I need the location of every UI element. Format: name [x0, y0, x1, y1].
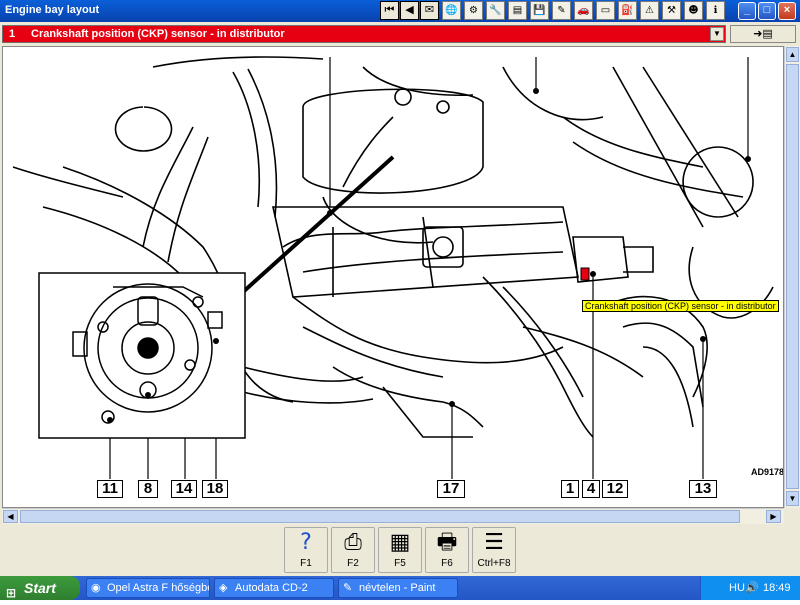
callout-8[interactable]: 8 — [138, 480, 158, 498]
car-icon[interactable]: 🚗 — [574, 1, 593, 20]
tools-icon[interactable]: ⚙ — [464, 1, 483, 20]
callout-1[interactable]: 1 — [561, 480, 579, 498]
f5-page-button[interactable]: ▦ F5 — [378, 527, 422, 573]
maximize-button[interactable]: □ — [758, 2, 776, 20]
title-bar: Engine bay layout ⏮ ◀ ✉ 🌐 ⚙ 🔧 ▤ 💾 ✎ 🚗 ▭ … — [0, 0, 800, 22]
language-indicator[interactable]: HU — [729, 582, 745, 594]
task-label: Autodata CD-2 — [235, 582, 308, 594]
print-icon: ⎙ — [344, 530, 362, 555]
callout-17[interactable]: 17 — [437, 480, 465, 498]
component-tooltip: Crankshaft position (CKP) sensor - in di… — [582, 300, 779, 312]
browser-icon: ◉ — [91, 581, 101, 594]
f2-label: F2 — [347, 558, 359, 569]
f1-help-button[interactable]: ? F1 — [284, 527, 328, 573]
table-icon: ☰ — [484, 530, 504, 555]
f5-label: F5 — [394, 558, 406, 569]
edit-icon[interactable]: ✎ — [552, 1, 571, 20]
help-icon: ? — [300, 530, 312, 555]
clock: 18:49 — [763, 582, 791, 594]
component-select-row: 1 Crankshaft position (CKP) sensor - in … — [0, 23, 800, 45]
close-button[interactable]: × — [778, 2, 796, 20]
ckp-sensor-marker[interactable] — [580, 267, 590, 281]
save-icon[interactable]: 💾 — [530, 1, 549, 20]
engine-icon[interactable]: ⚒ — [662, 1, 681, 20]
ctrl-f8-table-button[interactable]: ☰ Ctrl+F8 — [472, 527, 516, 573]
wrench-icon[interactable]: 🔧 — [486, 1, 505, 20]
engine-diagram: Crankshaft position (CKP) sensor - in di… — [2, 46, 784, 508]
component-number: 1 — [9, 28, 16, 40]
vertical-scroll-thumb[interactable] — [786, 64, 799, 489]
callout-4[interactable]: 4 — [582, 480, 600, 498]
task-label: Opel Astra F hőségbe... — [107, 582, 209, 594]
callout-13[interactable]: 13 — [689, 480, 717, 498]
f2-print-button[interactable]: ⎙ F2 — [331, 527, 375, 573]
windows-flag-icon: ⊞ — [6, 586, 17, 600]
window-title: Engine bay layout — [5, 4, 100, 16]
task-opel-astra[interactable]: ◉ Opel Astra F hőségbe... — [86, 578, 210, 598]
first-page-icon[interactable]: ⏮ — [380, 1, 399, 20]
f6-label: F6 — [441, 558, 453, 569]
paint-icon: ✎ — [343, 581, 353, 594]
engine-drawing — [12, 56, 774, 479]
printer-icon: 🖶 — [436, 530, 458, 555]
chevron-down-icon[interactable]: ▼ — [710, 27, 724, 41]
battery-icon[interactable]: ▭ — [596, 1, 615, 20]
system-tray: HU 🔊 18:49 — [700, 576, 800, 600]
page-icon: ▦ — [389, 530, 411, 555]
component-label: Crankshaft position (CKP) sensor - in di… — [31, 28, 285, 40]
export-icon: ➜▤ — [753, 27, 773, 40]
f1-label: F1 — [300, 558, 312, 569]
ctrl-f8-label: Ctrl+F8 — [477, 558, 511, 569]
minimize-button[interactable]: _ — [738, 2, 756, 20]
f6-printer-button[interactable]: 🖶 F6 — [425, 527, 469, 573]
task-paint[interactable]: ✎ névtelen - Paint — [338, 578, 458, 598]
scroll-up-icon[interactable]: ▲ — [786, 47, 799, 62]
function-key-bar: ? F1 ⎙ F2 ▦ F5 🖶 F6 ☰ Ctrl+F8 — [0, 524, 800, 576]
callout-12[interactable]: 12 — [602, 480, 628, 498]
task-label: névtelen - Paint — [359, 582, 436, 594]
person-icon[interactable]: ☻ — [684, 1, 703, 20]
task-autodata[interactable]: ◈ Autodata CD-2 — [214, 578, 334, 598]
export-button[interactable]: ➜▤ — [730, 25, 796, 43]
document-icon[interactable]: ▤ — [508, 1, 527, 20]
warning-icon[interactable]: ⚠ — [640, 1, 659, 20]
scroll-left-icon[interactable]: ◀ — [3, 510, 18, 523]
scroll-down-icon[interactable]: ▼ — [786, 491, 799, 506]
info-icon[interactable]: ℹ — [706, 1, 725, 20]
scroll-right-icon[interactable]: ▶ — [766, 510, 781, 523]
start-button[interactable]: ⊞ Start — [0, 576, 80, 600]
previous-page-icon[interactable]: ◀ — [400, 1, 419, 20]
callout-14[interactable]: 14 — [171, 480, 197, 498]
taskbar: ⊞ Start ◉ Opel Astra F hőségbe... ◈ Auto… — [0, 576, 800, 600]
start-label: Start — [24, 580, 56, 596]
globe-icon[interactable]: 🌐 — [442, 1, 461, 20]
main-window: Engine bay layout ⏮ ◀ ✉ 🌐 ⚙ 🔧 ▤ 💾 ✎ 🚗 ▭ … — [0, 0, 800, 576]
callout-11[interactable]: 11 — [97, 480, 123, 498]
callout-18[interactable]: 18 — [202, 480, 228, 498]
component-select[interactable]: 1 Crankshaft position (CKP) sensor - in … — [2, 25, 726, 43]
autodata-icon: ◈ — [219, 581, 228, 594]
diagram-reference: AD9178 — [751, 467, 784, 477]
fuel-icon[interactable]: ⛽ — [618, 1, 637, 20]
horizontal-scrollbar[interactable]: ◀ ▶ — [2, 508, 784, 524]
horizontal-scroll-thumb[interactable] — [20, 510, 740, 523]
next-page-icon[interactable]: ✉ — [420, 1, 439, 20]
vertical-scrollbar[interactable]: ▲ ▼ — [784, 46, 800, 508]
volume-icon[interactable]: 🔊 — [745, 581, 759, 594]
